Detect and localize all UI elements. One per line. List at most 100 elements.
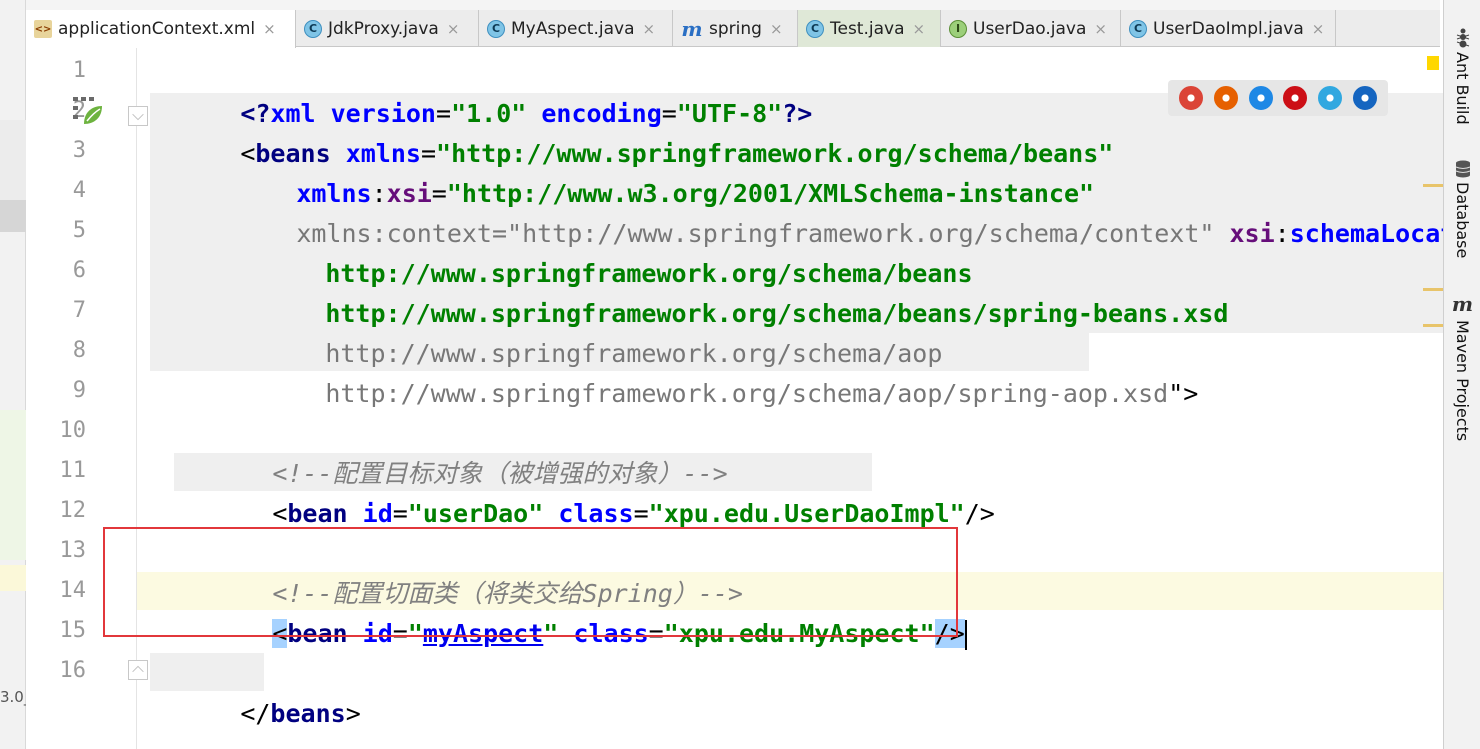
- tab-label: UserDaoImpl.java: [1153, 18, 1304, 39]
- tab-userdaoimpl[interactable]: C UserDaoImpl.java ×: [1121, 10, 1336, 47]
- ie-icon[interactable]: [1317, 86, 1342, 110]
- tab-label: spring: [709, 18, 762, 39]
- close-icon[interactable]: ×: [263, 20, 276, 38]
- code-line-3[interactable]: xmlns:xsi="http://www.w3.org/2001/XMLSch…: [206, 134, 1094, 208]
- database-icon: [1455, 160, 1470, 178]
- tool-database[interactable]: Database: [1444, 160, 1480, 258]
- close-icon[interactable]: ×: [447, 20, 460, 38]
- code-line-11[interactable]: <bean id="userDao" class="xpu.edu.UserDa…: [182, 454, 995, 528]
- interface-icon: I: [949, 19, 967, 38]
- line-number: 15: [59, 618, 87, 643]
- tree-row-selected[interactable]: [0, 200, 26, 232]
- token: class: [543, 499, 634, 528]
- token: schemaLocation: [1289, 219, 1443, 248]
- token: <: [272, 499, 288, 528]
- editor-tabs: <> applicationContext.xml × C JdkProxy.j…: [26, 10, 1440, 48]
- tab-label: MyAspect.java: [511, 18, 635, 39]
- edge-icon[interactable]: [1352, 86, 1377, 110]
- tab-test[interactable]: C Test.java ×: [798, 10, 941, 47]
- maven-icon: m: [1451, 292, 1474, 316]
- tab-label: UserDao.java: [973, 18, 1087, 39]
- line-number: 3: [72, 138, 86, 163]
- maven-icon: m: [681, 16, 703, 41]
- code-line-4[interactable]: xmlns:context="http://www.springframewor…: [206, 174, 1443, 248]
- token: xsi: [1214, 219, 1275, 248]
- line-number: 16: [59, 658, 87, 683]
- tab-jdkproxy[interactable]: C JdkProxy.java ×: [296, 10, 479, 47]
- close-icon[interactable]: ×: [770, 20, 783, 38]
- inspection-status-icon[interactable]: [1427, 56, 1439, 70]
- test-class-icon: C: [806, 19, 824, 38]
- token: http://www.springframework.org/schema/ao…: [325, 379, 1169, 408]
- token: id: [347, 499, 393, 528]
- tool-maven-projects[interactable]: m Maven Projects: [1444, 292, 1480, 441]
- tree-row[interactable]: [0, 410, 26, 560]
- error-stripe[interactable]: [1423, 48, 1445, 749]
- line-number: 11: [59, 458, 87, 483]
- tab-myaspect[interactable]: C MyAspect.java ×: [479, 10, 673, 47]
- safari-icon[interactable]: [1248, 86, 1273, 110]
- token: ">: [1168, 379, 1199, 408]
- tool-label: Maven Projects: [1453, 320, 1472, 442]
- ide-window: 3.0_ <> applicationContext.xml × C JdkPr…: [0, 0, 1480, 749]
- tab-label: applicationContext.xml: [58, 19, 256, 39]
- line-number: 8: [72, 338, 86, 363]
- open-in-browser-bar: [1168, 80, 1388, 116]
- line-number: 4: [72, 178, 86, 203]
- tool-ant-build[interactable]: Ant Build: [1444, 28, 1480, 125]
- line-number-gutter[interactable]: 1 2 3 4 5 6 7 8 9 10 11 12 13 14 15 16: [26, 48, 148, 749]
- code-line-5[interactable]: http://www.springframework.org/schema/be…: [235, 214, 972, 288]
- line-number: 12: [59, 498, 87, 523]
- tool-label: Ant Build: [1453, 52, 1472, 125]
- tool-label: Database: [1453, 182, 1472, 259]
- ant-icon: [1456, 28, 1469, 48]
- line-number: 1: [72, 58, 86, 83]
- token: "xpu.edu.UserDaoImpl": [648, 499, 965, 528]
- spring-bean-icon[interactable]: [72, 96, 104, 126]
- tab-spring[interactable]: m spring ×: [673, 10, 798, 47]
- opera-icon[interactable]: [1283, 86, 1308, 110]
- stripe-mark[interactable]: [1423, 288, 1445, 291]
- annotation-box: [103, 527, 958, 637]
- stripe-mark[interactable]: [1423, 184, 1445, 187]
- line-number: 6: [72, 258, 86, 283]
- token: =: [633, 499, 649, 528]
- code-line-6[interactable]: http://www.springframework.org/schema/be…: [235, 254, 1228, 328]
- code-line-1[interactable]: <?xml version="1.0" encoding="UTF-8"?>: [150, 54, 812, 128]
- code-line-16[interactable]: </beans>: [150, 654, 360, 728]
- token: "userDao": [407, 499, 544, 528]
- project-panel-edge: 3.0_: [0, 0, 31, 749]
- line-number: 5: [72, 218, 86, 243]
- right-tool-strip: Ant Build Database m Maven Projects: [1443, 0, 1480, 749]
- tab-label: Test.java: [830, 18, 905, 39]
- tree-row[interactable]: [0, 565, 26, 591]
- code-line-2[interactable]: <beans xmlns="http://www.springframework…: [150, 94, 1113, 168]
- class-icon: C: [304, 19, 322, 38]
- code-line-10[interactable]: <!--配置目标对象（被增强的对象）-->: [182, 414, 727, 488]
- token: bean: [287, 499, 348, 528]
- close-icon[interactable]: ×: [1312, 20, 1325, 38]
- tabbar-top-edge: [26, 0, 1440, 10]
- tab-applicationcontext-xml[interactable]: <> applicationContext.xml ×: [26, 10, 296, 48]
- line-number: 10: [59, 418, 87, 443]
- code-line-8[interactable]: http://www.springframework.org/schema/ao…: [235, 334, 1198, 408]
- chrome-icon[interactable]: [1179, 86, 1204, 110]
- token: >: [345, 699, 361, 728]
- token: beans: [270, 699, 346, 728]
- tab-userdao[interactable]: I UserDao.java ×: [941, 10, 1121, 47]
- line-number: 14: [59, 578, 87, 603]
- tab-label: JdkProxy.java: [328, 18, 439, 39]
- firefox-icon[interactable]: [1213, 86, 1238, 110]
- stripe-mark[interactable]: [1423, 324, 1445, 327]
- token: </: [240, 699, 271, 728]
- text-caret: [964, 620, 967, 650]
- line-number: 13: [59, 538, 87, 563]
- token: =: [392, 499, 408, 528]
- class-icon: C: [487, 19, 505, 38]
- tree-row[interactable]: [0, 120, 26, 200]
- close-icon[interactable]: ×: [1094, 20, 1107, 38]
- code-line-7[interactable]: http://www.springframework.org/schema/ao…: [235, 294, 942, 368]
- close-icon[interactable]: ×: [913, 20, 926, 38]
- close-icon[interactable]: ×: [643, 20, 656, 38]
- code-editor[interactable]: <?xml version="1.0" encoding="UTF-8"?> <…: [137, 48, 1443, 749]
